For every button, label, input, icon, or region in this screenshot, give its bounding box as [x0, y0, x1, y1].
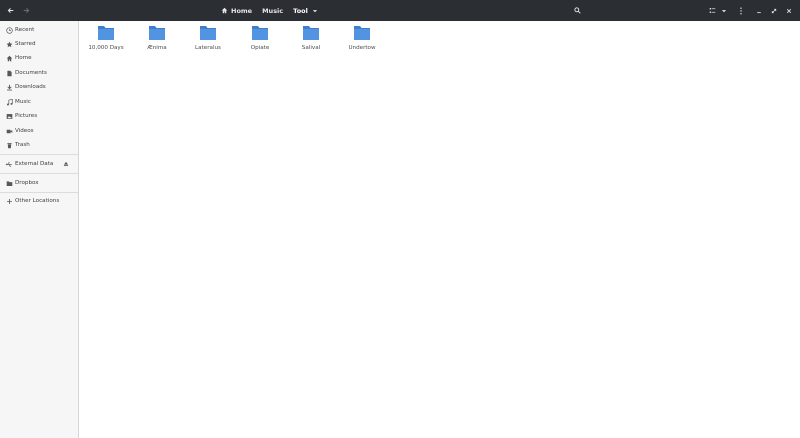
- folder-label: Undertow: [348, 45, 376, 51]
- forward-button[interactable]: [19, 0, 33, 21]
- maximize-icon: [771, 8, 777, 13]
- folder-item[interactable]: Lateralus: [183, 25, 233, 65]
- sidebar-divider: [0, 192, 78, 193]
- minimize-button[interactable]: [754, 0, 764, 21]
- sidebar-item-label: Documents: [15, 70, 47, 76]
- eject-button[interactable]: [62, 160, 70, 168]
- sidebar-item-home[interactable]: Home: [0, 51, 78, 65]
- sidebar-item-external-data[interactable]: External Data: [0, 157, 78, 171]
- sidebar-item-other-locations[interactable]: Other Locations: [0, 194, 78, 208]
- sidebar-item-label: Downloads: [15, 84, 46, 90]
- folder-item[interactable]: Undertow: [337, 25, 387, 65]
- sidebar-item-label: Dropbox: [15, 180, 39, 186]
- back-button[interactable]: [3, 0, 17, 21]
- menu-button[interactable]: [736, 0, 746, 21]
- folder-label: 10,000 Days: [88, 45, 124, 51]
- sidebar-item-label: Music: [15, 99, 31, 105]
- chevron-down-icon: [312, 9, 317, 12]
- folder-item[interactable]: Opiate: [235, 25, 285, 65]
- folder-label: Opiate: [250, 45, 270, 51]
- document-icon: [5, 69, 13, 77]
- music-icon: [5, 98, 13, 106]
- home-icon: [5, 54, 13, 62]
- view-list-button[interactable]: [706, 0, 718, 21]
- folder-item[interactable]: 10,000 Days: [81, 25, 131, 65]
- sidebar-item-downloads[interactable]: Downloads: [0, 80, 78, 94]
- chevron-down-icon: [721, 9, 727, 12]
- close-icon: [786, 8, 792, 13]
- search-icon: [573, 7, 581, 14]
- sidebar-item-label: Trash: [15, 142, 30, 148]
- sidebar-item-documents[interactable]: Documents: [0, 66, 78, 80]
- sidebar-item-pictures[interactable]: Pictures: [0, 109, 78, 123]
- sidebar-item-trash[interactable]: Trash: [0, 138, 78, 152]
- sidebar-item-music[interactable]: Music: [0, 95, 78, 109]
- folder-item[interactable]: Ænima: [132, 25, 182, 65]
- folder-icon: [303, 26, 319, 40]
- folder-icon: [98, 26, 114, 40]
- sidebar-item-dropbox[interactable]: Dropbox: [0, 176, 78, 190]
- folder-label: Ænima: [147, 45, 167, 51]
- eject-icon: [63, 161, 69, 167]
- star-icon: [5, 40, 13, 48]
- sidebar-item-starred[interactable]: Starred: [0, 37, 78, 51]
- sidebar-item-label: External Data: [15, 161, 54, 167]
- search-button[interactable]: [570, 0, 584, 21]
- plus-icon: [5, 197, 13, 205]
- breadcrumb-home-label: Home: [231, 6, 253, 15]
- list-view-icon: [709, 8, 715, 13]
- sidebar-item-label: Other Locations: [15, 198, 60, 204]
- sidebar-item-label: Home: [15, 55, 32, 61]
- arrow-left-icon: [7, 8, 13, 13]
- folder-label: Salival: [301, 45, 321, 51]
- breadcrumb-home[interactable]: Home: [216, 0, 257, 21]
- arrow-right-icon: [23, 8, 29, 13]
- folder-icon: [200, 26, 216, 40]
- sidebar-item-label: Videos: [15, 128, 34, 134]
- picture-icon: [5, 112, 13, 120]
- sidebar-item-label: Starred: [15, 41, 36, 47]
- sidebar-item-videos[interactable]: Videos: [0, 124, 78, 138]
- sidebar-item-label: Pictures: [15, 113, 38, 119]
- sidebar: Recent Starred Home Documents Downloads …: [0, 21, 79, 438]
- breadcrumb-music-label: Music: [262, 6, 284, 15]
- sidebar-item-label: Recent: [15, 27, 35, 33]
- header-bar: Home Music Tool: [0, 0, 800, 21]
- sidebar-divider: [0, 173, 78, 174]
- home-icon: [221, 7, 228, 14]
- folder-label: Lateralus: [195, 45, 221, 51]
- folder-icon: [354, 26, 370, 40]
- usb-icon: [5, 160, 13, 168]
- breadcrumb-music[interactable]: Music: [257, 0, 288, 21]
- download-icon: [5, 83, 13, 91]
- folder-icon: [252, 26, 268, 40]
- minimize-icon: [757, 11, 761, 13]
- sidebar-divider: [0, 154, 78, 155]
- breadcrumb-tool[interactable]: Tool: [288, 0, 323, 21]
- sidebar-item-recent[interactable]: Recent: [0, 23, 78, 37]
- kebab-menu-icon: [740, 6, 742, 15]
- maximize-button[interactable]: [769, 0, 779, 21]
- trash-icon: [5, 141, 13, 149]
- breadcrumb-tool-label: Tool: [293, 6, 308, 15]
- folder-item[interactable]: Salival: [286, 25, 336, 65]
- folder-icon: [5, 179, 13, 187]
- clock-icon: [5, 26, 13, 34]
- video-icon: [5, 127, 13, 135]
- view-options-button[interactable]: [719, 0, 729, 21]
- file-view: 10,000 Days Ænima Lateralus Opiate Saliv…: [80, 21, 800, 438]
- folder-icon: [149, 26, 165, 40]
- close-button[interactable]: [784, 0, 794, 21]
- breadcrumb: Home Music Tool: [216, 0, 323, 21]
